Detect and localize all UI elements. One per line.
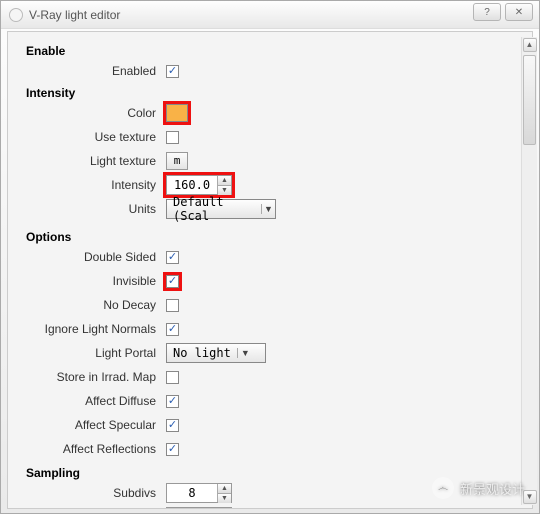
double-sided-label: Double Sided — [16, 250, 166, 264]
app-icon — [9, 8, 23, 22]
invisible-label: Invisible — [16, 274, 166, 288]
no-decay-label: No Decay — [16, 298, 166, 312]
spinner-arrows[interactable]: ▲▼ — [217, 508, 231, 509]
affect-diffuse-checkbox[interactable] — [166, 395, 179, 408]
units-value: Default (Scal — [167, 195, 261, 223]
intensity-label: Intensity — [16, 178, 166, 192]
invisible-checkbox[interactable] — [166, 275, 179, 288]
affect-reflections-checkbox[interactable] — [166, 443, 179, 456]
color-swatch[interactable] — [166, 104, 188, 122]
section-intensity: Intensity — [26, 86, 522, 100]
close-button[interactable]: ✕ — [505, 3, 533, 21]
use-texture-checkbox[interactable] — [166, 131, 179, 144]
content-area: Enable Enabled Intensity Color Use textu… — [7, 31, 533, 509]
scroll-thumb[interactable] — [523, 55, 536, 145]
store-irrad-checkbox[interactable] — [166, 371, 179, 384]
subdivs-label: Subdivs — [16, 486, 166, 500]
watermark: ෴ 新景观设计 — [432, 477, 525, 499]
light-texture-button[interactable]: m — [166, 152, 188, 170]
section-enable: Enable — [26, 44, 522, 58]
light-texture-label: Light texture — [16, 154, 166, 168]
affect-reflections-label: Affect Reflections — [16, 442, 166, 456]
photon-subdivs-input[interactable] — [167, 508, 217, 509]
color-label: Color — [16, 106, 166, 120]
chevron-down-icon: ▼ — [261, 204, 275, 214]
affect-diffuse-label: Affect Diffuse — [16, 394, 166, 408]
titlebar[interactable]: V-Ray light editor ? ✕ — [1, 1, 539, 29]
subdivs-input[interactable] — [167, 484, 217, 502]
watermark-text: 新景观设计 — [460, 479, 525, 498]
enabled-label: Enabled — [16, 64, 166, 78]
affect-specular-checkbox[interactable] — [166, 419, 179, 432]
intensity-spinner[interactable]: ▲▼ — [166, 175, 232, 195]
ignore-normals-label: Ignore Light Normals — [16, 322, 166, 336]
vertical-scrollbar[interactable]: ▲ ▼ — [521, 37, 537, 505]
light-portal-combo[interactable]: No light ▼ — [166, 343, 266, 363]
spinner-arrows[interactable]: ▲▼ — [217, 176, 231, 194]
scroll-track[interactable] — [523, 55, 536, 487]
units-label: Units — [16, 202, 166, 216]
enabled-checkbox[interactable] — [166, 65, 179, 78]
store-irrad-label: Store in Irrad. Map — [16, 370, 166, 384]
subdivs-spinner[interactable]: ▲▼ — [166, 483, 232, 503]
photon-subdivs-spinner[interactable]: ▲▼ — [166, 507, 232, 509]
units-combo[interactable]: Default (Scal ▼ — [166, 199, 276, 219]
intensity-input[interactable] — [167, 176, 217, 194]
affect-specular-label: Affect Specular — [16, 418, 166, 432]
chevron-down-icon: ▼ — [237, 348, 253, 358]
use-texture-label: Use texture — [16, 130, 166, 144]
light-portal-label: Light Portal — [16, 346, 166, 360]
window: V-Ray light editor ? ✕ Enable Enabled In… — [0, 0, 540, 514]
double-sided-checkbox[interactable] — [166, 251, 179, 264]
light-portal-value: No light — [167, 346, 237, 360]
scroll-up-icon[interactable]: ▲ — [523, 38, 537, 52]
ignore-normals-checkbox[interactable] — [166, 323, 179, 336]
help-button[interactable]: ? — [473, 3, 501, 21]
no-decay-checkbox[interactable] — [166, 299, 179, 312]
window-title: V-Ray light editor — [29, 8, 120, 22]
spinner-arrows[interactable]: ▲▼ — [217, 484, 231, 502]
section-options: Options — [26, 230, 522, 244]
wechat-icon: ෴ — [432, 477, 454, 499]
